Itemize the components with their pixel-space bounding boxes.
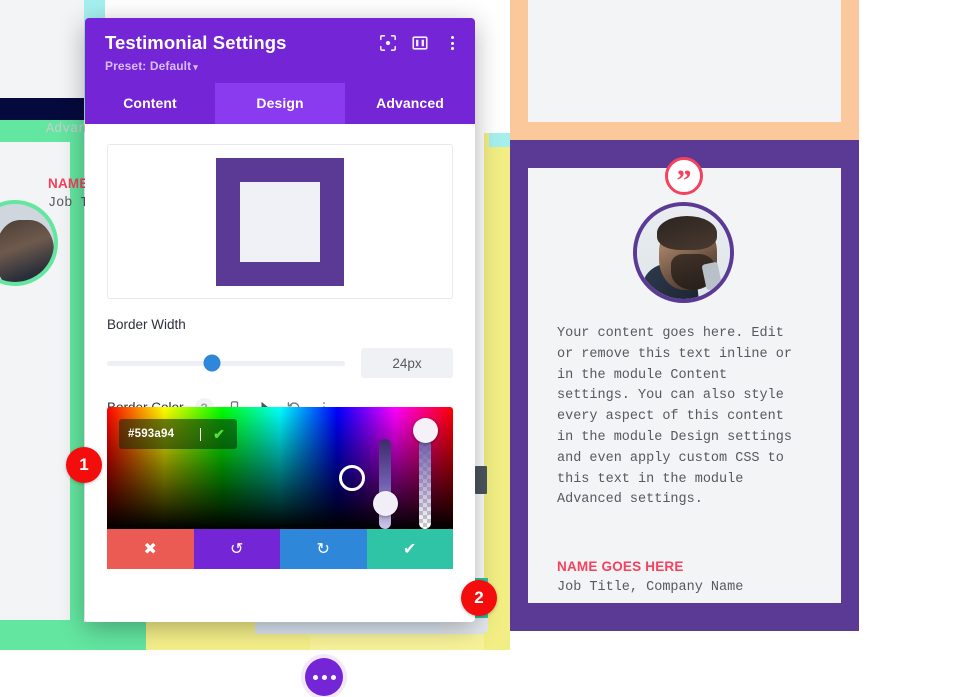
color-picker: #593a94 ✔ ✖ ↺ ↻ ✔ <box>107 407 453 569</box>
dot-3-icon <box>330 674 336 680</box>
screen: Name ere. Edit inline or nt lso style s … <box>0 0 959 697</box>
hex-input-wrap[interactable]: #593a94 ✔ <box>119 419 237 449</box>
main-testimonial-body: Your content goes here. Edit or remove t… <box>557 326 792 508</box>
main-testimonial-job: Job Title, Company Name <box>557 580 744 595</box>
expand-icon[interactable] <box>379 34 397 52</box>
layout-panel-icon[interactable] <box>411 34 429 52</box>
color-picker-saturation-area[interactable]: #593a94 ✔ <box>107 407 453 529</box>
avatar-hair <box>657 216 717 250</box>
scroll-handle[interactable] <box>475 466 487 494</box>
border-preview-outer <box>216 157 344 286</box>
more-vertical-icon[interactable] <box>443 36 461 50</box>
modal-body: Border Width 24px Border Color ? <box>85 124 475 622</box>
alpha-slider[interactable] <box>419 439 431 529</box>
add-module-button[interactable] <box>305 658 343 696</box>
left-avatar-face <box>0 220 54 282</box>
cyan-strip-mid <box>489 133 510 147</box>
modal-header-actions <box>379 34 461 52</box>
dot-2-icon <box>321 674 327 680</box>
color-redo-button[interactable]: ↻ <box>280 529 367 569</box>
saturation-handle[interactable] <box>339 465 365 491</box>
step-badge-2: 2 <box>461 580 497 616</box>
border-width-row: 24px <box>107 348 453 378</box>
hex-confirm-icon[interactable]: ✔ <box>201 419 237 449</box>
testimonial-settings-modal: Testimonial Settings Preset: Default ▾ C… <box>85 18 475 622</box>
main-testimonial-name: NAME GOES HERE <box>557 559 684 574</box>
border-preview-inner <box>240 181 320 262</box>
quote-glyph: ” <box>676 164 692 197</box>
color-confirm-button[interactable]: ✔ <box>366 529 453 569</box>
more-dot-2-icon <box>450 41 454 45</box>
modal-header: Testimonial Settings Preset: Default ▾ <box>85 18 475 83</box>
alpha-slider-thumb[interactable] <box>413 418 438 443</box>
preset-selector[interactable]: Preset: Default ▾ <box>105 59 455 73</box>
main-testimonial-avatar <box>633 202 734 303</box>
top-testimonial-peach-frame <box>510 0 859 140</box>
yellow-column <box>484 133 510 650</box>
color-cancel-button[interactable]: ✖ <box>107 529 194 569</box>
color-undo-button[interactable]: ↺ <box>193 529 280 569</box>
cmore-dot-1-icon <box>322 401 326 405</box>
step-badge-1: 1 <box>66 447 102 483</box>
border-width-label: Border Width <box>107 317 186 332</box>
quote-icon: ” <box>665 157 703 197</box>
color-picker-actions: ✖ ↺ ↻ ✔ <box>107 529 453 569</box>
top-testimonial-inner <box>528 0 841 122</box>
chevron-down-icon: ▾ <box>193 62 198 72</box>
green-bottom-strip <box>0 622 146 650</box>
navy-strip <box>0 98 84 120</box>
hex-input[interactable]: #593a94 <box>119 428 199 440</box>
tab-content[interactable]: Content <box>85 83 215 124</box>
border-width-value[interactable]: 24px <box>361 348 453 378</box>
more-dot-3-icon <box>450 47 454 50</box>
dot-1-icon <box>312 674 318 680</box>
tab-advanced[interactable]: Advanced <box>345 83 475 124</box>
border-width-slider-thumb[interactable] <box>203 354 221 372</box>
border-width-slider[interactable] <box>107 354 345 372</box>
more-dot-1-icon <box>450 36 454 39</box>
hue-slider-thumb[interactable] <box>373 491 398 516</box>
yellow-band <box>310 634 510 650</box>
tab-design[interactable]: Design <box>215 83 345 124</box>
modal-tabs: Content Design Advanced <box>85 83 475 124</box>
preset-label: Preset: Default <box>105 59 192 73</box>
border-preview <box>107 144 453 299</box>
